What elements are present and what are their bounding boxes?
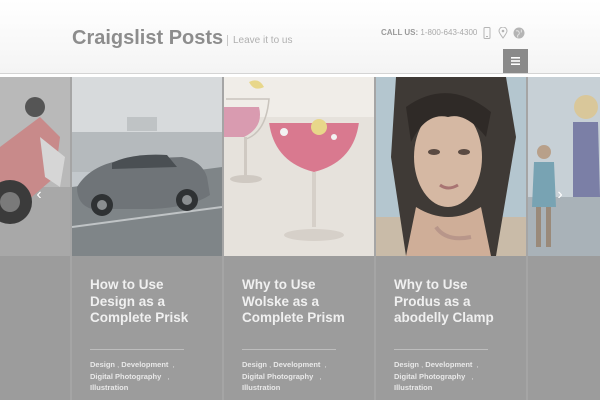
post-image [72, 77, 222, 256]
category-link[interactable]: Development [273, 360, 320, 369]
post-card[interactable]: Why to Use Produs as a abodelly Clamp De… [376, 77, 526, 400]
post-card-partial-left[interactable] [0, 77, 70, 400]
fashion-photo [528, 77, 600, 256]
post-divider [242, 349, 336, 350]
hamburger-menu-icon [511, 52, 520, 70]
call-us-label: CALL US: [381, 28, 419, 37]
map-marker-icon[interactable] [497, 26, 509, 39]
category-link[interactable]: Illustration [394, 383, 432, 392]
post-categories: Design , Development , Digital Photograp… [242, 360, 327, 392]
chevron-left-icon[interactable]: ‹ [32, 186, 46, 203]
post-categories: Design , Development , Digital Photograp… [394, 360, 479, 392]
category-link[interactable]: Illustration [242, 383, 280, 392]
category-link[interactable]: Digital Photography [394, 372, 465, 381]
post-divider [90, 349, 184, 350]
post-card[interactable]: How to Use Design as a Complete Prisk De… [72, 77, 222, 400]
post-categories: Design , Development , Digital Photograp… [90, 360, 175, 392]
phone-icon[interactable] [481, 26, 493, 39]
site-title[interactable]: Craigslist Posts [72, 27, 223, 50]
post-divider [394, 349, 488, 350]
category-link[interactable]: Illustration [90, 383, 128, 392]
category-link[interactable]: Development [121, 360, 168, 369]
category-link[interactable]: Development [425, 360, 472, 369]
post-slider: How to Use Design as a Complete Prisk De… [0, 77, 600, 400]
category-link[interactable]: Digital Photography [242, 372, 313, 381]
chevron-right-icon[interactable]: › [553, 186, 567, 203]
category-link[interactable]: Digital Photography [90, 372, 161, 381]
post-image [224, 77, 374, 256]
site-header: Craigslist Posts Leave it to us CALL US:… [0, 0, 600, 74]
category-link[interactable]: Design [242, 360, 267, 369]
post-card-partial-right[interactable] [528, 77, 600, 400]
post-title[interactable]: Why to Use Produs as a abodelly Clamp [394, 277, 514, 327]
post-image [376, 77, 526, 256]
category-link[interactable]: Design [90, 360, 115, 369]
post-card[interactable]: Why to Use Wolske as a Complete Prism De… [224, 77, 374, 400]
phone-number[interactable]: 1-800-643-4300 [420, 28, 477, 37]
call-us: CALL US: 1-800-643-4300 [381, 28, 477, 37]
site-tagline: Leave it to us [227, 35, 292, 46]
post-title[interactable]: How to Use Design as a Complete Prisk [90, 277, 210, 327]
motorcycle-photo [0, 77, 70, 256]
post-title[interactable]: Why to Use Wolske as a Complete Prism [242, 277, 362, 327]
menu-button[interactable] [503, 49, 528, 73]
category-link[interactable]: Design [394, 360, 419, 369]
globe-icon[interactable] [513, 26, 525, 39]
